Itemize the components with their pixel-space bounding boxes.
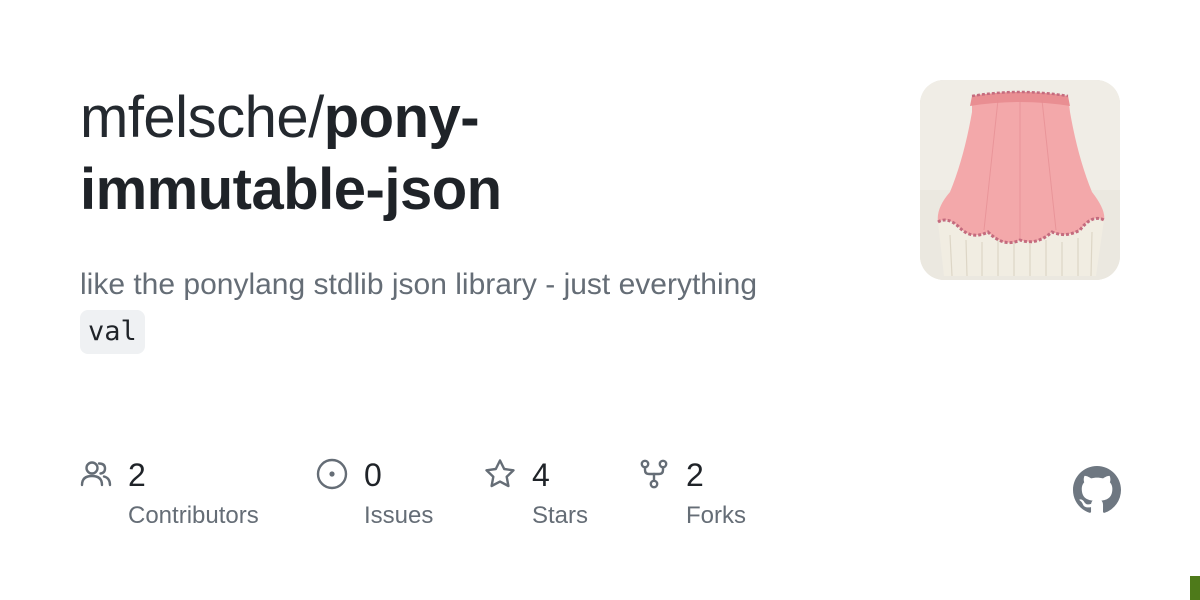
- repo-social-card: mfelsche/pony-immutable-json like the po…: [0, 0, 1200, 600]
- repo-owner[interactable]: mfelsche: [80, 85, 309, 150]
- people-icon: [80, 461, 112, 487]
- contributors-label: Contributors: [128, 502, 259, 529]
- repo-separator: /: [308, 85, 324, 150]
- stars-count: 4: [532, 457, 550, 493]
- forks-label: Forks: [686, 502, 746, 529]
- owner-avatar[interactable]: [920, 80, 1120, 280]
- issue-opened-icon: [316, 458, 348, 490]
- issues-count: 0: [364, 457, 382, 493]
- repo-description: like the ponylang stdlib json library - …: [80, 264, 880, 354]
- contributors-count: 2: [128, 457, 146, 493]
- stars-label: Stars: [532, 502, 589, 529]
- repo-forked-icon: [640, 459, 668, 489]
- github-mark-icon[interactable]: [1073, 466, 1121, 514]
- issues-label: Issues: [364, 502, 434, 529]
- forks-count: 2: [686, 457, 704, 493]
- repo-description-text: like the ponylang stdlib json library - …: [80, 268, 758, 301]
- inline-code: val: [80, 310, 145, 354]
- star-icon: [485, 459, 515, 488]
- repo-name-part-1[interactable]: pony-: [324, 85, 480, 150]
- lampshade-image: [920, 80, 1120, 280]
- repo-name-part-2[interactable]: immutable-json: [80, 157, 502, 222]
- language-color-bar: [1190, 576, 1200, 600]
- repo-title[interactable]: mfelsche/pony-immutable-json: [80, 82, 880, 226]
